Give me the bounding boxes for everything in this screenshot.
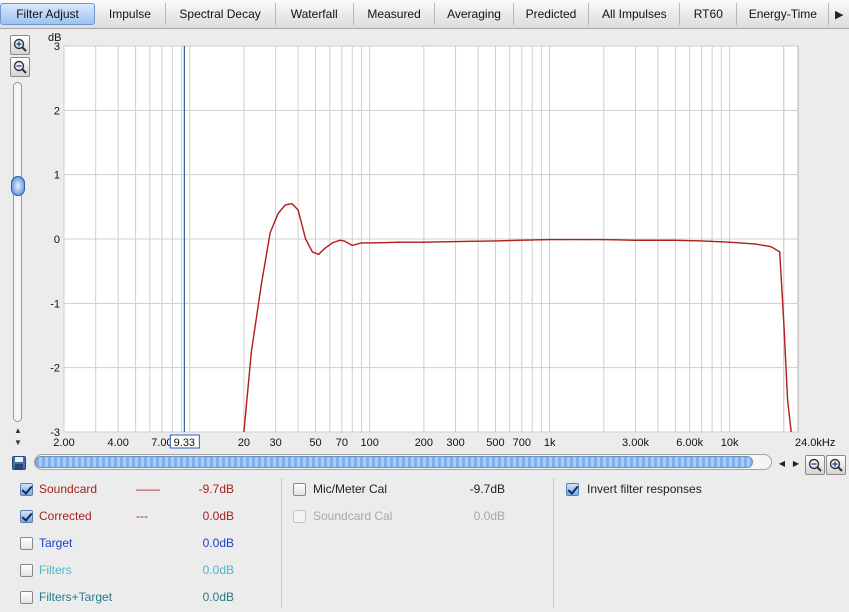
tab-overflow-arrow-icon[interactable]: ▶	[829, 3, 849, 25]
x-tick-label: 1k	[544, 437, 556, 449]
frequency-response-plot[interactable]: 3210-1-2-3dB2.00 4.00 7.00 20 30 50 70 100 200 30…	[0, 28, 849, 453]
checkbox-invert-filter-responses[interactable]	[566, 482, 579, 496]
checkbox-filters[interactable]	[20, 563, 33, 577]
x-tick-label: 4.00	[107, 437, 128, 449]
legend-value: 0.0dB	[202, 536, 234, 550]
x-tick-label: 70	[336, 437, 348, 449]
legend-row-invert-filter-responses: Invert filter responses	[566, 480, 826, 498]
legend-row-soundcard-cal: Soundcard Cal 0.0dB	[293, 507, 533, 525]
y-tick-label: -2	[50, 363, 60, 375]
legend-label: Target	[39, 536, 73, 550]
legend-label: Mic/Meter Cal	[313, 482, 388, 496]
x-tick-label: 700	[513, 437, 531, 449]
legend-row-filters-target: Filters+Target 0.0dB	[20, 588, 280, 606]
legend-row-filters: Filters 0.0dB	[20, 561, 280, 579]
tab-spectral-decay[interactable]: Spectral Decay	[166, 3, 276, 25]
save-icon[interactable]	[12, 456, 26, 470]
legend-line-sample: ——	[136, 482, 160, 496]
x-tick-label: 10k	[721, 437, 739, 449]
legend-label: Corrected	[39, 509, 92, 523]
x-tick-label: 100	[361, 437, 379, 449]
y-tick-label: 1	[54, 170, 60, 182]
legend-row-corrected: Corrected --- 0.0dB	[20, 507, 280, 525]
legend-divider	[281, 478, 282, 608]
checkbox-soundcard-cal	[293, 509, 306, 523]
y-tick-label: 2	[54, 105, 60, 117]
legend-value: 0.0dB	[473, 509, 505, 523]
legend-label: Filters+Target	[39, 590, 113, 604]
scroll-left-arrow[interactable]: ◀	[775, 456, 789, 470]
checkbox-corrected[interactable]	[20, 509, 33, 523]
legend-label: Filters	[39, 563, 72, 577]
x-tick-label: 20	[238, 437, 250, 449]
x-tick-label: 24.0kHz	[795, 437, 835, 449]
cursor-readout: 9.33	[174, 437, 195, 449]
tab-rt60[interactable]: RT60	[680, 3, 738, 25]
checkbox-soundcard[interactable]	[20, 482, 33, 496]
legend-divider	[553, 478, 554, 608]
legend-row-mic-meter-cal: Mic/Meter Cal -9.7dB	[293, 480, 533, 498]
x-tick-label: 200	[415, 437, 433, 449]
y-axis-label: dB	[48, 32, 61, 44]
x-tick-label: 500	[486, 437, 504, 449]
legend-label: Soundcard	[39, 482, 98, 496]
legend-value: 0.0dB	[202, 590, 234, 604]
checkbox-target[interactable]	[20, 536, 33, 550]
legend-value: -9.7dB	[198, 482, 234, 496]
zoom-in-icon	[829, 458, 843, 472]
x-tick-label: 300	[446, 437, 464, 449]
x-tick-label: 30	[269, 437, 281, 449]
tab-filter-adjust[interactable]: Filter Adjust	[0, 3, 96, 25]
legend-line-sample: ---	[136, 509, 148, 523]
tab-measured[interactable]: Measured	[354, 3, 436, 25]
y-tick-label: -1	[50, 298, 60, 310]
zoom-out-icon	[808, 458, 822, 472]
legend-label: Soundcard Cal	[313, 509, 393, 523]
tab-bar: Filter Adjust Impulse Spectral Decay Waterf…	[0, 0, 849, 29]
legend-row-soundcard: Soundcard —— -9.7dB	[20, 480, 280, 498]
x-tick-label: 7.00	[151, 437, 172, 449]
y-tick-label: 0	[54, 234, 60, 246]
x-tick-label: 2.00	[53, 437, 74, 449]
checkbox-filters-target[interactable]	[20, 590, 33, 604]
tab-waterfall[interactable]: Waterfall	[276, 3, 354, 25]
legend-value: 0.0dB	[202, 563, 234, 577]
tab-energy-time[interactable]: Energy-Time	[737, 3, 830, 25]
checkbox-mic-meter-cal[interactable]	[293, 482, 306, 496]
horizontal-zoom-out-button[interactable]	[805, 455, 825, 475]
legend-value: -9.7dB	[469, 482, 505, 496]
legend-value: 0.0dB	[202, 509, 234, 523]
tab-averaging[interactable]: Averaging	[435, 3, 514, 25]
tab-all-impulses[interactable]: All Impulses	[589, 3, 681, 25]
tab-predicted[interactable]: Predicted	[514, 3, 590, 25]
x-tick-label: 50	[309, 437, 321, 449]
x-tick-label: 6.00k	[676, 437, 703, 449]
scroll-right-arrow[interactable]: ▶	[789, 456, 803, 470]
legend-label: Invert filter responses	[587, 482, 702, 496]
x-tick-label: 3.00k	[622, 437, 649, 449]
legend-row-target: Target 0.0dB	[20, 534, 280, 552]
horizontal-zoom-in-button[interactable]	[826, 455, 846, 475]
tab-impulse[interactable]: Impulse	[95, 3, 166, 25]
horizontal-scroll-thumb[interactable]	[35, 456, 753, 468]
